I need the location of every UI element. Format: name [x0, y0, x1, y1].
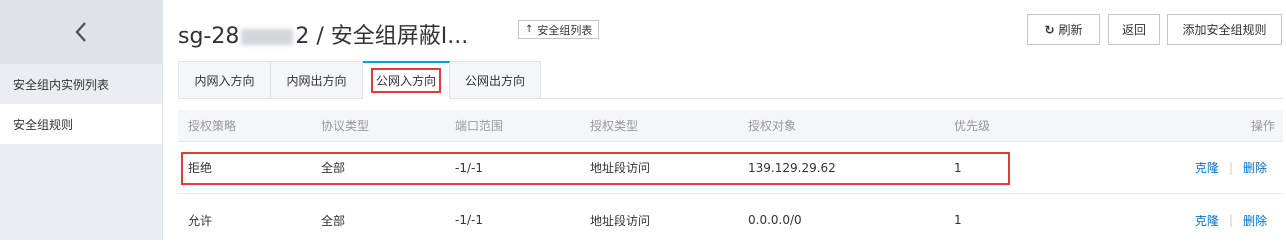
- column-header: 授权对象: [748, 119, 797, 133]
- table-row: 拒绝 全部 -1/-1 地址段访问 139.129.29.62 1 克隆 | 删…: [178, 142, 1283, 194]
- arrow-up-icon: ↑: [525, 24, 534, 35]
- back-arrow-button[interactable]: [0, 0, 162, 64]
- table-row: 允许 全部 -1/-1 地址段访问 0.0.0.0/0 1 克隆 | 删除: [178, 194, 1283, 246]
- cell-auth-object: 0.0.0.0/0: [748, 213, 802, 227]
- title-suffix: 2 / 安全组屏蔽I...: [295, 24, 469, 49]
- tab-label: 公网出方向: [464, 73, 525, 88]
- delete-link[interactable]: 删除: [1243, 212, 1267, 229]
- tab-intranet-inbound[interactable]: 内网入方向: [178, 61, 271, 99]
- sidebar-item-label: 安全组规则: [13, 117, 74, 132]
- row-actions: 克隆 | 删除: [1195, 212, 1267, 229]
- back-button[interactable]: 返回: [1108, 14, 1160, 45]
- sidebar-item-label: 安全组内实例列表: [13, 77, 110, 92]
- tab-label: 内网出方向: [286, 73, 347, 88]
- add-rule-button[interactable]: 添加安全组规则: [1167, 14, 1282, 45]
- separator: |: [1228, 213, 1233, 227]
- sidebar-item-instances[interactable]: 安全组内实例列表: [0, 64, 162, 104]
- column-header: 授权类型: [590, 119, 639, 133]
- cell-auth-type: 地址段访问: [590, 213, 651, 228]
- tab-label: 公网入方向: [370, 68, 441, 93]
- add-rule-label: 添加安全组规则: [1182, 23, 1267, 37]
- clone-link[interactable]: 克隆: [1195, 159, 1219, 176]
- cell-priority: 1: [954, 160, 962, 175]
- page-title: sg-28 2 / 安全组屏蔽I...: [178, 18, 468, 50]
- clone-link[interactable]: 克隆: [1195, 212, 1219, 229]
- column-header: 协议类型: [321, 119, 370, 133]
- title-prefix: sg-28: [178, 24, 240, 49]
- tab-internet-inbound[interactable]: 公网入方向: [363, 61, 450, 99]
- cell-auth-type: 地址段访问: [590, 161, 651, 175]
- tab-intranet-outbound[interactable]: 内网出方向: [271, 61, 363, 99]
- tab-internet-outbound[interactable]: 公网出方向: [450, 61, 541, 99]
- table-header: 授权策略 协议类型 端口范围 授权类型 授权对象 优先级 操作: [178, 110, 1283, 142]
- row-actions: 克隆 | 删除: [1195, 159, 1267, 176]
- back-label: 返回: [1121, 23, 1146, 37]
- delete-link[interactable]: 删除: [1243, 159, 1267, 176]
- cell-priority: 1: [954, 213, 962, 227]
- sidebar: 安全组内实例列表 安全组规则: [0, 0, 163, 240]
- cell-auth-object: 139.129.29.62: [748, 160, 836, 175]
- column-header: 授权策略: [188, 119, 237, 133]
- cell-port: -1/-1: [455, 160, 483, 175]
- chevron-left-icon: [75, 22, 86, 42]
- cell-port: -1/-1: [455, 213, 483, 227]
- cell-policy: 允许: [188, 213, 213, 228]
- column-header: 优先级: [954, 119, 991, 133]
- cell-protocol: 全部: [321, 161, 346, 175]
- redacted-id: [241, 29, 294, 45]
- tab-label: 内网入方向: [194, 73, 255, 88]
- column-header: 操作: [1250, 119, 1275, 133]
- refresh-button[interactable]: ↻ 刷新: [1027, 14, 1100, 45]
- security-group-list-button[interactable]: ↑ 安全组列表: [518, 20, 600, 39]
- refresh-icon: ↻: [1044, 22, 1055, 37]
- cell-policy: 拒绝: [188, 161, 213, 175]
- cell-protocol: 全部: [321, 213, 346, 228]
- rules-table: 授权策略 协议类型 端口范围 授权类型 授权对象 优先级 操作 拒绝 全部 -1…: [178, 110, 1283, 246]
- back-list-label: 安全组列表: [537, 23, 593, 37]
- sidebar-item-rules[interactable]: 安全组规则: [0, 104, 162, 144]
- separator: |: [1228, 160, 1233, 175]
- direction-tabs: 内网入方向 内网出方向 公网入方向 公网出方向: [178, 61, 541, 99]
- column-header: 端口范围: [455, 119, 504, 133]
- refresh-label: 刷新: [1058, 23, 1083, 37]
